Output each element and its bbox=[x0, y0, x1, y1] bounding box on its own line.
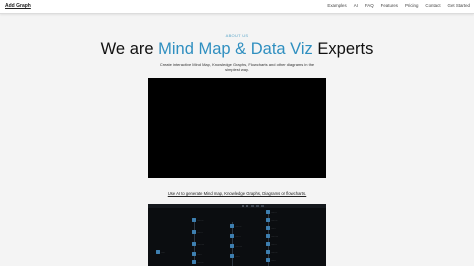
mind-map-node: ········· bbox=[266, 234, 278, 238]
hero-title-prefix: We are bbox=[100, 40, 159, 58]
mind-map-node: ······· bbox=[266, 242, 277, 246]
mind-map-demo-preview[interactable]: ····· ········ ······· ········· ······ … bbox=[148, 204, 326, 266]
node-swatch-icon bbox=[266, 226, 270, 230]
demo-toolbar bbox=[148, 204, 326, 208]
node-swatch-icon bbox=[192, 230, 196, 234]
main-nav: Examples AI FAQ Features Pricing Contact… bbox=[327, 3, 470, 8]
mind-map-node: ········ bbox=[266, 218, 277, 222]
mind-map-node: ········· bbox=[230, 244, 242, 248]
node-swatch-icon bbox=[192, 252, 196, 256]
node-swatch-icon bbox=[230, 234, 234, 238]
mind-map-node: ········ bbox=[266, 250, 277, 254]
brand-logo-link[interactable]: Add Graph bbox=[5, 3, 31, 9]
hero-subtitle: Create interactive Mind Map, Knowledge G… bbox=[159, 62, 315, 73]
connector-line bbox=[194, 218, 195, 264]
node-swatch-icon bbox=[266, 242, 270, 246]
hero-title-suffix: Experts bbox=[312, 40, 374, 58]
toolbar-tool-icon bbox=[251, 205, 254, 207]
node-swatch-icon bbox=[230, 244, 234, 248]
hero-title-accent: Mind Map & Data Viz bbox=[158, 40, 313, 58]
nav-examples[interactable]: Examples bbox=[327, 3, 346, 8]
nav-contact[interactable]: Contact bbox=[425, 3, 440, 8]
node-swatch-icon bbox=[192, 242, 196, 246]
toolbar-tool-icon bbox=[256, 205, 259, 207]
node-swatch-icon bbox=[266, 218, 270, 222]
mind-map-node: ······ bbox=[230, 254, 240, 258]
node-swatch-icon bbox=[266, 210, 270, 214]
top-navigation-bar: Add Graph Examples AI FAQ Features Prici… bbox=[0, 0, 474, 14]
node-swatch-icon bbox=[230, 254, 234, 258]
mind-map-node: ········ bbox=[230, 224, 241, 228]
mind-map-node: ······ bbox=[266, 258, 276, 262]
nav-features[interactable]: Features bbox=[381, 3, 398, 8]
node-swatch-icon bbox=[266, 250, 270, 254]
mind-map-node: ······· bbox=[192, 230, 203, 234]
node-swatch-icon bbox=[192, 218, 196, 222]
mind-map-node: ······· bbox=[266, 210, 277, 214]
mind-map-node: ······ bbox=[192, 252, 202, 256]
mind-map-node: ······· bbox=[230, 234, 241, 238]
mind-map-node: ····· bbox=[156, 250, 165, 254]
section-eyebrow: ABOUT US bbox=[225, 33, 249, 38]
node-swatch-icon bbox=[266, 234, 270, 238]
node-swatch-icon bbox=[266, 258, 270, 262]
node-swatch-icon bbox=[156, 250, 160, 254]
mind-map-node: ········ bbox=[192, 218, 203, 222]
hero-title: We are Mind Map & Data Viz Experts bbox=[0, 39, 474, 59]
ai-generate-link[interactable]: Use AI to generate Mind map, Knowledge G… bbox=[0, 191, 474, 196]
toolbar-dot-icon bbox=[242, 205, 244, 207]
node-swatch-icon bbox=[230, 224, 234, 228]
nav-pricing[interactable]: Pricing bbox=[405, 3, 418, 8]
nav-get-started[interactable]: Get Started bbox=[448, 3, 470, 8]
nav-faq[interactable]: FAQ bbox=[365, 3, 374, 8]
mind-map-node: ······ bbox=[266, 226, 276, 230]
mind-map-node: ········· bbox=[192, 242, 204, 246]
nav-ai[interactable]: AI bbox=[354, 3, 358, 8]
node-swatch-icon bbox=[192, 260, 196, 264]
toolbar-dot-icon bbox=[246, 205, 248, 207]
mind-map-node: ········ bbox=[192, 260, 203, 264]
toolbar-tool-icon bbox=[261, 205, 264, 207]
intro-video-player[interactable] bbox=[148, 78, 326, 178]
